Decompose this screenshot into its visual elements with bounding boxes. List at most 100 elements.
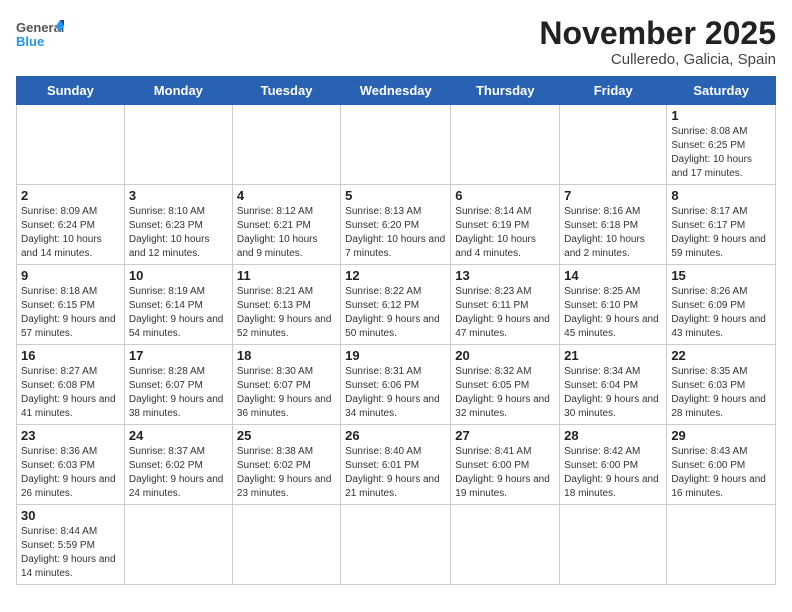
calendar-header: SundayMondayTuesdayWednesdayThursdayFrid… — [17, 77, 776, 105]
day-number: 20 — [455, 348, 555, 363]
day-number: 24 — [129, 428, 228, 443]
weekday-row: SundayMondayTuesdayWednesdayThursdayFrid… — [17, 77, 776, 105]
calendar-cell: 11Sunrise: 8:21 AM Sunset: 6:13 PM Dayli… — [232, 265, 340, 345]
day-number: 28 — [564, 428, 662, 443]
calendar: SundayMondayTuesdayWednesdayThursdayFrid… — [16, 76, 776, 585]
day-info: Sunrise: 8:16 AM Sunset: 6:18 PM Dayligh… — [564, 205, 662, 261]
calendar-cell — [124, 505, 232, 585]
calendar-week-row: 2 Sunrise: 8:09 AM Sunset: 6:24 PM Daylig… — [17, 185, 776, 265]
day-info: Sunrise: 8:17 AM Sunset: 6:17 PM Dayligh… — [671, 205, 771, 261]
day-number: 14 — [564, 268, 662, 283]
calendar-cell — [560, 105, 667, 185]
day-info: Sunrise: 8:41 AM Sunset: 6:00 PM Dayligh… — [455, 445, 555, 501]
day-number: 21 — [564, 348, 662, 363]
day-info: Sunrise: 8:22 AM Sunset: 6:12 PM Dayligh… — [345, 285, 446, 341]
day-number: 1 — [671, 108, 771, 123]
day-info: Sunrise: 8:36 AM Sunset: 6:03 PM Dayligh… — [21, 445, 120, 501]
day-info: Sunrise: 8:13 AM Sunset: 6:20 PM Dayligh… — [345, 205, 446, 261]
day-number: 4 — [237, 188, 336, 203]
day-info: Sunrise: 8:42 AM Sunset: 6:00 PM Dayligh… — [564, 445, 662, 501]
calendar-cell: 5 Sunrise: 8:13 AM Sunset: 6:20 PM Daylig… — [341, 185, 451, 265]
day-number: 17 — [129, 348, 228, 363]
day-number: 7 — [564, 188, 662, 203]
calendar-week-row: 1 Sunrise: 8:08 AM Sunset: 6:25 PM Daylig… — [17, 105, 776, 185]
day-number: 2 — [21, 188, 120, 203]
calendar-cell: 29Sunrise: 8:43 AM Sunset: 6:00 PM Dayli… — [667, 425, 776, 505]
header: General Blue November 2025 Culleredo, Ga… — [16, 16, 776, 68]
day-info: Sunrise: 8:37 AM Sunset: 6:02 PM Dayligh… — [129, 445, 228, 501]
day-info: Sunrise: 8:10 AM Sunset: 6:23 PM Dayligh… — [129, 205, 228, 261]
day-number: 12 — [345, 268, 446, 283]
calendar-cell: 1 Sunrise: 8:08 AM Sunset: 6:25 PM Daylig… — [667, 105, 776, 185]
day-number: 25 — [237, 428, 336, 443]
day-info: Sunrise: 8:34 AM Sunset: 6:04 PM Dayligh… — [564, 365, 662, 421]
calendar-week-row: 9Sunrise: 8:18 AM Sunset: 6:15 PM Daylig… — [17, 265, 776, 345]
day-info: Sunrise: 8:08 AM Sunset: 6:25 PM Dayligh… — [671, 125, 771, 181]
day-number: 30 — [21, 508, 120, 523]
day-number: 19 — [345, 348, 446, 363]
svg-text:General: General — [16, 20, 64, 35]
day-info: Sunrise: 8:43 AM Sunset: 6:00 PM Dayligh… — [671, 445, 771, 501]
day-info: Sunrise: 8:30 AM Sunset: 6:07 PM Dayligh… — [237, 365, 336, 421]
calendar-cell: 25 Sunrise: 8:38 AM Sunset: 6:02 PM Dayli… — [232, 425, 340, 505]
calendar-cell — [341, 505, 451, 585]
calendar-cell: 10Sunrise: 8:19 AM Sunset: 6:14 PM Dayli… — [124, 265, 232, 345]
weekday-sunday: Sunday — [17, 77, 125, 105]
day-info: Sunrise: 8:40 AM Sunset: 6:01 PM Dayligh… — [345, 445, 446, 501]
page: General Blue November 2025 Culleredo, Ga… — [0, 0, 792, 601]
day-info: Sunrise: 8:14 AM Sunset: 6:19 PM Dayligh… — [455, 205, 555, 261]
day-info: Sunrise: 8:38 AM Sunset: 6:02 PM Dayligh… — [237, 445, 336, 501]
day-info: Sunrise: 8:32 AM Sunset: 6:05 PM Dayligh… — [455, 365, 555, 421]
day-number: 6 — [455, 188, 555, 203]
calendar-cell: 30Sunrise: 8:44 AM Sunset: 5:59 PM Dayli… — [17, 505, 125, 585]
day-info: Sunrise: 8:25 AM Sunset: 6:10 PM Dayligh… — [564, 285, 662, 341]
calendar-cell: 24 Sunrise: 8:37 AM Sunset: 6:02 PM Dayli… — [124, 425, 232, 505]
calendar-cell — [232, 505, 340, 585]
calendar-cell: 12 Sunrise: 8:22 AM Sunset: 6:12 PM Dayli… — [341, 265, 451, 345]
calendar-cell: 16 Sunrise: 8:27 AM Sunset: 6:08 PM Dayli… — [17, 345, 125, 425]
day-number: 26 — [345, 428, 446, 443]
calendar-cell: 19Sunrise: 8:31 AM Sunset: 6:06 PM Dayli… — [341, 345, 451, 425]
day-info: Sunrise: 8:27 AM Sunset: 6:08 PM Dayligh… — [21, 365, 120, 421]
calendar-cell: 2 Sunrise: 8:09 AM Sunset: 6:24 PM Daylig… — [17, 185, 125, 265]
calendar-cell: 17Sunrise: 8:28 AM Sunset: 6:07 PM Dayli… — [124, 345, 232, 425]
calendar-week-row: 23 Sunrise: 8:36 AM Sunset: 6:03 PM Dayli… — [17, 425, 776, 505]
calendar-cell: 23 Sunrise: 8:36 AM Sunset: 6:03 PM Dayli… — [17, 425, 125, 505]
calendar-cell — [232, 105, 340, 185]
calendar-cell: 13 Sunrise: 8:23 AM Sunset: 6:11 PM Dayli… — [451, 265, 560, 345]
calendar-cell — [560, 505, 667, 585]
calendar-cell: 20 Sunrise: 8:32 AM Sunset: 6:05 PM Dayli… — [451, 345, 560, 425]
day-number: 5 — [345, 188, 446, 203]
calendar-cell: 3 Sunrise: 8:10 AM Sunset: 6:23 PM Daylig… — [124, 185, 232, 265]
calendar-cell: 26 Sunrise: 8:40 AM Sunset: 6:01 PM Dayli… — [341, 425, 451, 505]
day-info: Sunrise: 8:19 AM Sunset: 6:14 PM Dayligh… — [129, 285, 228, 341]
logo-svg: General Blue — [16, 16, 64, 54]
calendar-cell: 22Sunrise: 8:35 AM Sunset: 6:03 PM Dayli… — [667, 345, 776, 425]
weekday-wednesday: Wednesday — [341, 77, 451, 105]
calendar-cell: 28 Sunrise: 8:42 AM Sunset: 6:00 PM Dayli… — [560, 425, 667, 505]
day-info: Sunrise: 8:26 AM Sunset: 6:09 PM Dayligh… — [671, 285, 771, 341]
day-number: 9 — [21, 268, 120, 283]
calendar-cell: 4 Sunrise: 8:12 AM Sunset: 6:21 PM Daylig… — [232, 185, 340, 265]
day-number: 23 — [21, 428, 120, 443]
day-info: Sunrise: 8:12 AM Sunset: 6:21 PM Dayligh… — [237, 205, 336, 261]
calendar-cell: 8Sunrise: 8:17 AM Sunset: 6:17 PM Daylig… — [667, 185, 776, 265]
day-info: Sunrise: 8:23 AM Sunset: 6:11 PM Dayligh… — [455, 285, 555, 341]
day-number: 16 — [21, 348, 120, 363]
calendar-cell: 7 Sunrise: 8:16 AM Sunset: 6:18 PM Daylig… — [560, 185, 667, 265]
weekday-monday: Monday — [124, 77, 232, 105]
calendar-cell: 27Sunrise: 8:41 AM Sunset: 6:00 PM Dayli… — [451, 425, 560, 505]
weekday-saturday: Saturday — [667, 77, 776, 105]
day-info: Sunrise: 8:35 AM Sunset: 6:03 PM Dayligh… — [671, 365, 771, 421]
day-number: 18 — [237, 348, 336, 363]
calendar-week-row: 16 Sunrise: 8:27 AM Sunset: 6:08 PM Dayli… — [17, 345, 776, 425]
title-block: November 2025 Culleredo, Galicia, Spain — [539, 16, 776, 68]
calendar-cell — [667, 505, 776, 585]
month-title: November 2025 — [539, 16, 776, 51]
calendar-cell: 21 Sunrise: 8:34 AM Sunset: 6:04 PM Dayli… — [560, 345, 667, 425]
day-info: Sunrise: 8:09 AM Sunset: 6:24 PM Dayligh… — [21, 205, 120, 261]
day-number: 3 — [129, 188, 228, 203]
day-number: 13 — [455, 268, 555, 283]
subtitle: Culleredo, Galicia, Spain — [539, 51, 776, 68]
calendar-cell — [17, 105, 125, 185]
